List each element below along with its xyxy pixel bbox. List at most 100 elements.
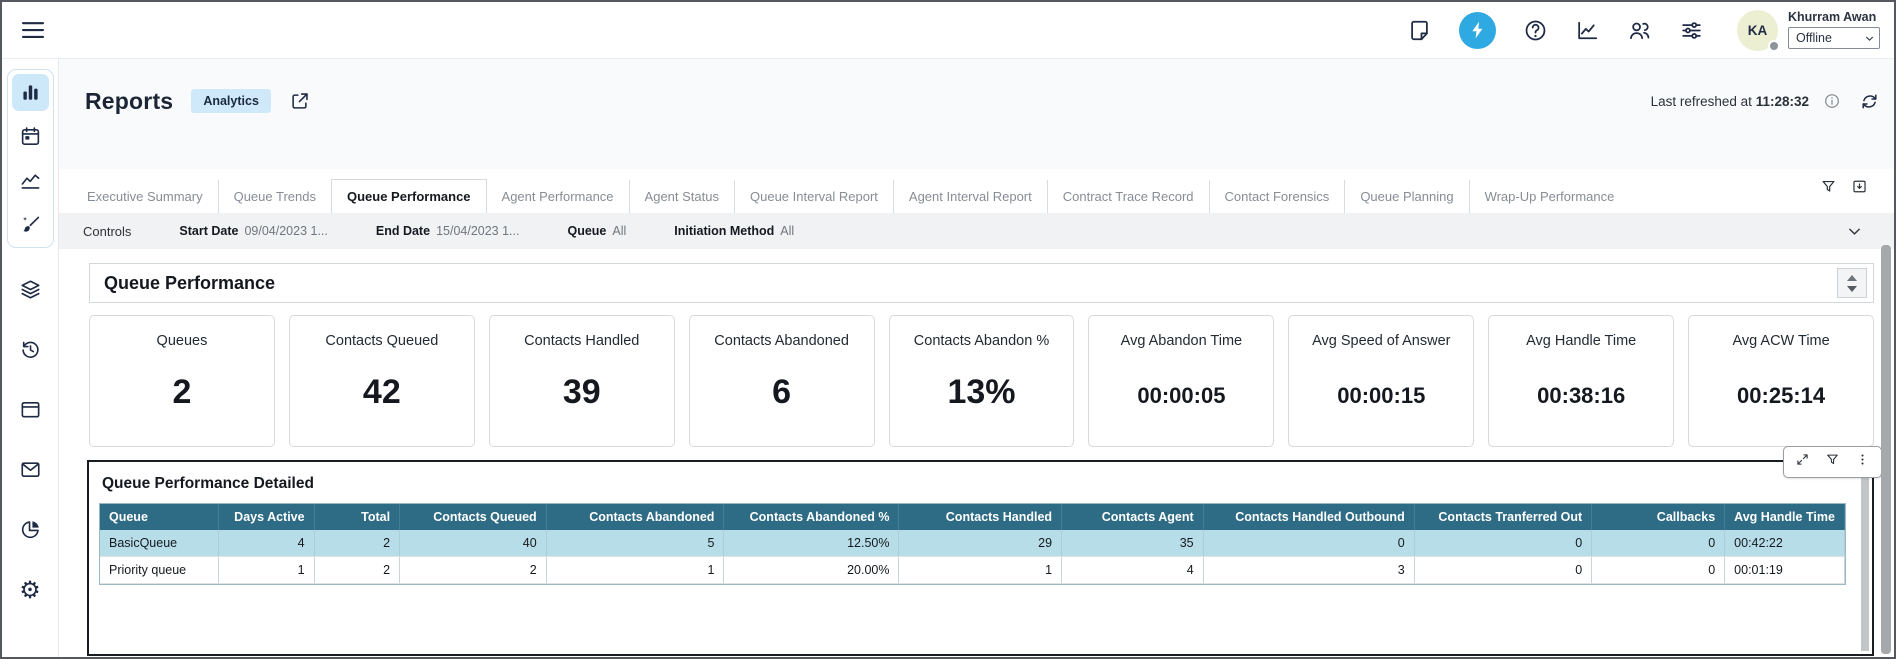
tab-contract-trace-record[interactable]: Contract Trace Record [1047, 180, 1209, 213]
tab-agent-performance[interactable]: Agent Performance [487, 180, 629, 213]
cell: 00:01:19 [1725, 557, 1845, 584]
bolt-icon[interactable] [1459, 12, 1496, 49]
metric-value: 2 [90, 373, 274, 412]
topbar-actions: KA Khurram Awan Offline [1407, 10, 1880, 51]
last-refreshed: Last refreshed at 11:28:32 [1651, 94, 1809, 109]
metric-label: Contacts Queued [290, 333, 474, 349]
metrics-icon[interactable] [1575, 18, 1600, 43]
cell: 20.00% [724, 557, 899, 584]
sidebar-item-mail[interactable] [12, 451, 49, 488]
detail-table-wrap: QueueDays ActiveTotalContacts QueuedCont… [99, 503, 1846, 585]
status-select[interactable]: Offline [1788, 27, 1880, 49]
page-scrollbar-thumb[interactable] [1881, 245, 1891, 654]
tab-queue-interval-report[interactable]: Queue Interval Report [734, 180, 893, 213]
metric-value: 00:00:05 [1089, 383, 1273, 409]
table-row-basicqueue[interactable]: BasicQueue4240512.50%293500000:42:22 [100, 530, 1845, 557]
sidebar-item-history[interactable] [12, 331, 49, 368]
metric-value: 13% [890, 373, 1074, 412]
metric-label: Contacts Abandon % [890, 333, 1074, 349]
cell: 1 [546, 557, 724, 584]
column-header-contacts-agent[interactable]: Contacts Agent [1062, 504, 1204, 530]
column-header-contacts-tranferred-out[interactable]: Contacts Tranferred Out [1414, 504, 1591, 530]
chevron-down-icon[interactable] [1845, 222, 1864, 241]
users-icon[interactable] [1627, 18, 1652, 43]
panel-tools [1820, 178, 1868, 200]
column-header-days-active[interactable]: Days Active [219, 504, 314, 530]
sidebar-item-layers[interactable] [12, 271, 49, 308]
controls-row: Controls Start Date09/04/2023 1...End Da… [59, 213, 1894, 249]
cell: 00:42:22 [1725, 530, 1845, 557]
sidebar-item-calendar[interactable] [12, 118, 49, 155]
column-header-total[interactable]: Total [314, 504, 400, 530]
widget-scrollbar-thumb[interactable] [1861, 465, 1869, 651]
tab-contact-forensics[interactable]: Contact Forensics [1209, 180, 1345, 213]
control-end-date[interactable]: End Date15/04/2023 1... [376, 224, 520, 238]
tab-agent-status[interactable]: Agent Status [629, 180, 734, 213]
tab-agent-interval-report[interactable]: Agent Interval Report [893, 180, 1047, 213]
sidebar-item-bar-chart[interactable] [12, 74, 49, 111]
menu-icon[interactable] [18, 15, 48, 45]
detail-widget: Queue Performance Detailed QueueDays Act… [87, 460, 1874, 656]
metric-value: 00:38:16 [1489, 383, 1673, 409]
box-arrow-icon[interactable] [1851, 178, 1868, 200]
column-header-queue[interactable]: Queue [100, 504, 219, 530]
refresh-icon[interactable] [1859, 91, 1880, 112]
sidebar-item-pie[interactable] [12, 511, 49, 548]
cell: 0 [1414, 530, 1591, 557]
control-start-date[interactable]: Start Date09/04/2023 1... [179, 224, 327, 238]
sliders-icon[interactable] [1679, 18, 1704, 43]
chevron-down-icon [1863, 32, 1876, 45]
sidebar-item-line-chart[interactable] [12, 162, 49, 199]
external-link-icon[interactable] [289, 90, 311, 112]
cell: 1 [219, 557, 314, 584]
metric-label: Contacts Abandoned [690, 333, 874, 349]
tab-queue-planning[interactable]: Queue Planning [1344, 180, 1468, 213]
widget-scrollbar [1861, 465, 1869, 651]
column-header-contacts-handled-outbound[interactable]: Contacts Handled Outbound [1203, 504, 1414, 530]
column-header-contacts-queued[interactable]: Contacts Queued [400, 504, 547, 530]
status-dot-icon [1768, 40, 1780, 52]
cell: 2 [314, 557, 400, 584]
notes-icon[interactable] [1407, 18, 1432, 43]
control-queue[interactable]: QueueAll [567, 224, 626, 238]
report-tabs: Executive SummaryQueue TrendsQueue Perfo… [59, 169, 1894, 213]
help-icon[interactable] [1523, 18, 1548, 43]
avatar[interactable]: KA [1737, 10, 1778, 51]
column-header-contacts-abandoned[interactable]: Contacts Abandoned [546, 504, 724, 530]
tab-queue-trends[interactable]: Queue Trends [218, 180, 331, 213]
info-icon[interactable] [1823, 92, 1841, 110]
sidebar-item-brush[interactable] [12, 206, 49, 243]
column-header-callbacks[interactable]: Callbacks [1592, 504, 1725, 530]
user-name: Khurram Awan [1788, 10, 1880, 24]
cell: 1 [899, 557, 1062, 584]
control-initiation-method[interactable]: Initiation MethodAll [674, 224, 794, 238]
stepper-up-icon[interactable] [1847, 275, 1857, 281]
cell: 3 [1203, 557, 1414, 584]
stepper-down-icon[interactable] [1847, 286, 1857, 292]
kebab-icon[interactable] [1855, 452, 1870, 472]
tab-queue-performance[interactable]: Queue Performance [331, 179, 487, 213]
tab-wrap-up-performance[interactable]: Wrap-Up Performance [1469, 180, 1630, 213]
expand-icon[interactable] [1795, 452, 1810, 472]
sidebar-item-window[interactable] [12, 391, 49, 428]
filter-icon[interactable] [1825, 452, 1840, 472]
metric-card-contacts-queued: Contacts Queued42 [289, 315, 475, 447]
metric-value: 00:00:15 [1289, 383, 1473, 409]
column-header-contacts-handled[interactable]: Contacts Handled [899, 504, 1062, 530]
top-bar: KA Khurram Awan Offline [2, 2, 1894, 59]
cell: 2 [314, 530, 400, 557]
section-title: Queue Performance [104, 273, 275, 294]
cell: 12.50% [724, 530, 899, 557]
cell: 5 [546, 530, 724, 557]
metric-label: Avg Handle Time [1489, 333, 1673, 349]
cell: 0 [1203, 530, 1414, 557]
column-header-avg-handle-time[interactable]: Avg Handle Time [1725, 504, 1845, 530]
widget-toolbar [1783, 446, 1882, 478]
sidebar-item-gear[interactable]: ⚙ [12, 571, 49, 608]
column-header-contacts-abandoned-[interactable]: Contacts Abandoned % [724, 504, 899, 530]
analytics-badge: Analytics [191, 89, 271, 113]
metric-card-avg-abandon-time: Avg Abandon Time00:00:05 [1088, 315, 1274, 447]
table-row-priority-queue[interactable]: Priority queue122120.00%1430000:01:19 [100, 557, 1845, 584]
tab-executive-summary[interactable]: Executive Summary [71, 180, 218, 213]
filter-icon[interactable] [1820, 178, 1837, 200]
